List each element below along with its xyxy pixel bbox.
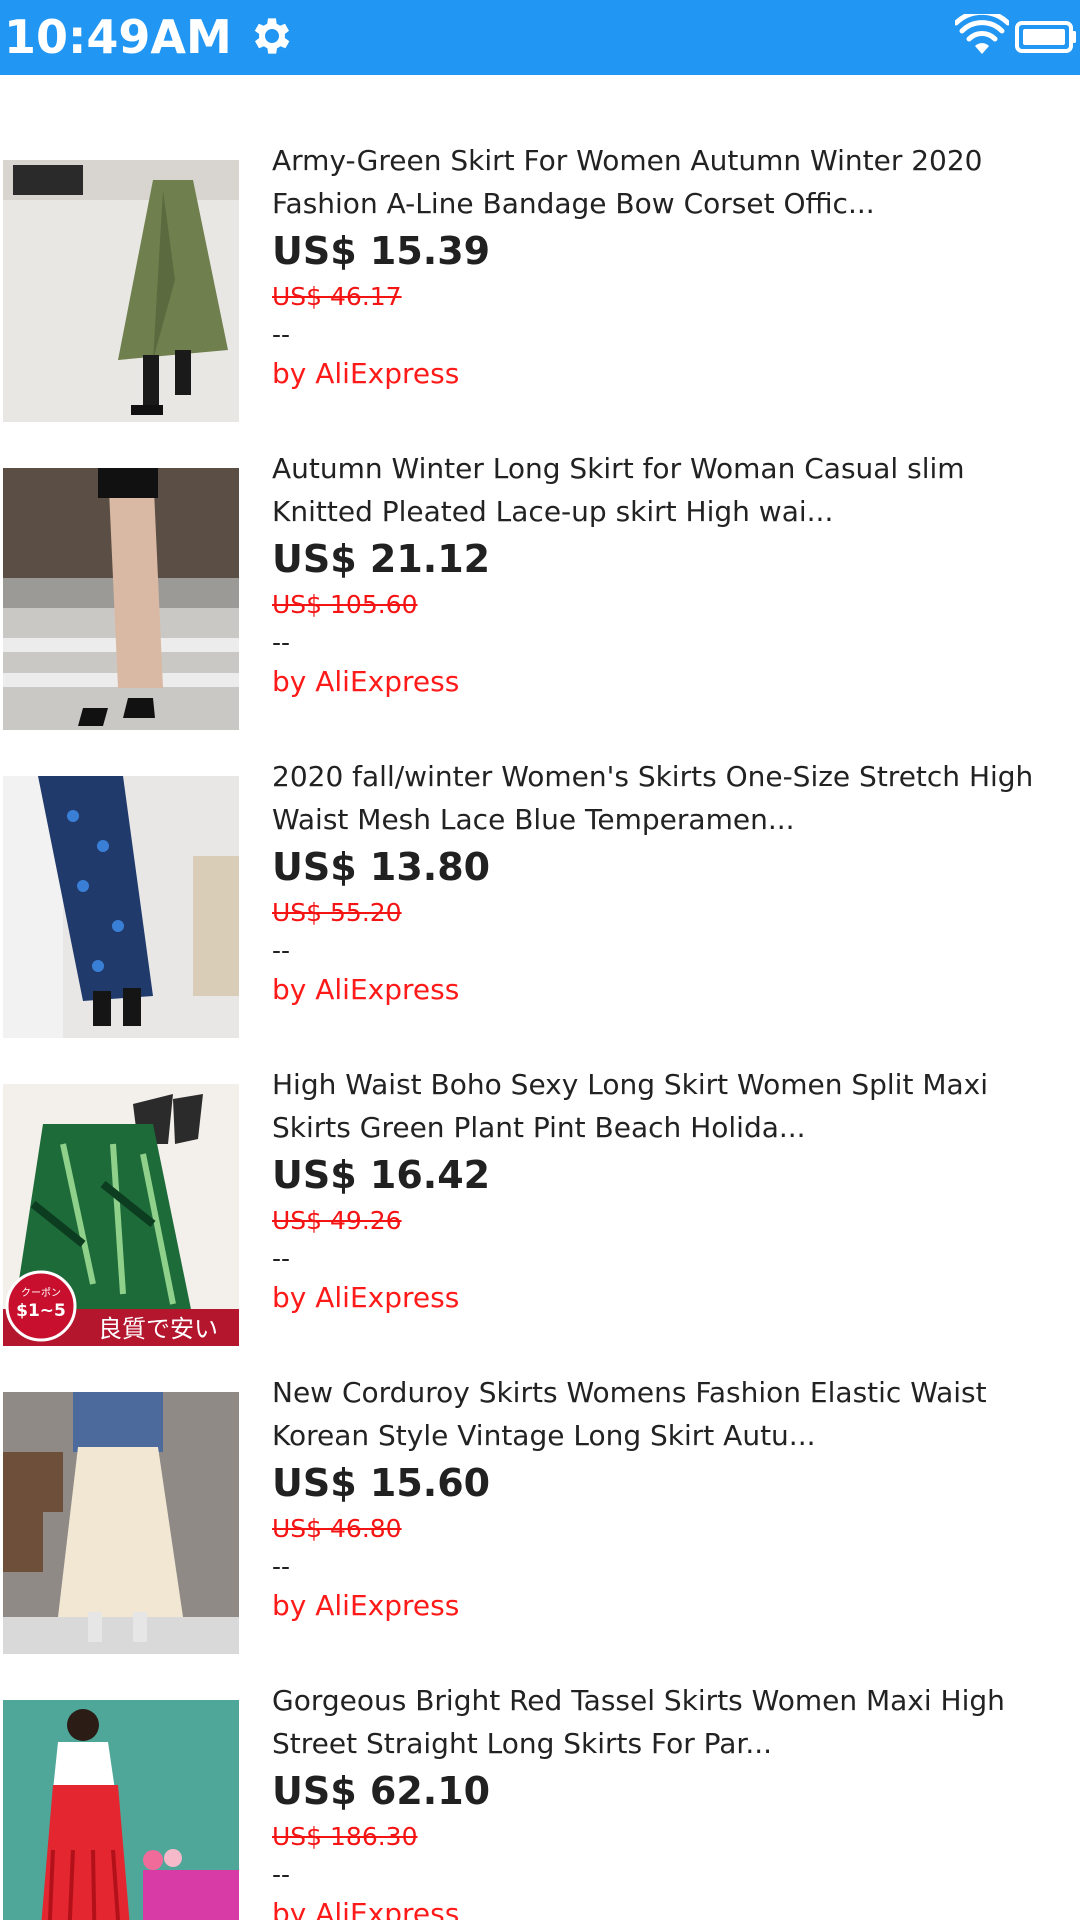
product-item[interactable]: Army-Green Skirt For Women Autumn Winter… — [0, 75, 1080, 422]
product-title[interactable]: New Corduroy Skirts Womens Fashion Elast… — [272, 1371, 1072, 1457]
original-price: US$ 186.30 — [272, 1822, 418, 1851]
seller-label: by AliExpress — [272, 1897, 460, 1920]
product-title[interactable]: 2020 fall/winter Women's Skirts One-Size… — [272, 755, 1072, 841]
product-rating: -- — [272, 320, 291, 349]
status-time: 10:49AM — [4, 10, 232, 64]
product-item[interactable]: Autumn Winter Long Skirt for Woman Casua… — [0, 383, 1080, 730]
product-rating: -- — [272, 1860, 291, 1889]
product-price: US$ 62.10 — [272, 1769, 491, 1813]
original-price: US$ 105.60 — [272, 590, 418, 619]
product-price: US$ 16.42 — [272, 1153, 491, 1197]
product-item[interactable]: New Corduroy Skirts Womens Fashion Elast… — [0, 1307, 1080, 1654]
product-item[interactable]: クーポン $1~5 良質で安い High Waist Boho Sexy Lon… — [0, 999, 1080, 1346]
product-title[interactable]: High Waist Boho Sexy Long Skirt Women Sp… — [272, 1063, 1072, 1149]
original-price: US$ 46.17 — [272, 282, 402, 311]
wifi-icon — [955, 14, 1009, 54]
product-price: US$ 21.12 — [272, 537, 491, 581]
product-price: US$ 15.60 — [272, 1461, 491, 1505]
product-rating: -- — [272, 1552, 291, 1581]
product-price: US$ 13.80 — [272, 845, 491, 889]
original-price: US$ 46.80 — [272, 1514, 402, 1543]
original-price: US$ 55.20 — [272, 898, 402, 927]
gear-icon — [254, 18, 290, 54]
status-bar: 10:49AM — [0, 0, 1080, 75]
product-rating: -- — [272, 1244, 291, 1273]
product-title[interactable]: Army-Green Skirt For Women Autumn Winter… — [272, 139, 1072, 225]
product-item[interactable]: 2020 fall/winter Women's Skirts One-Size… — [0, 691, 1080, 1038]
product-item[interactable]: Gorgeous Bright Red Tassel Skirts Women … — [0, 1615, 1080, 1920]
product-list[interactable]: Army-Green Skirt For Women Autumn Winter… — [0, 75, 1080, 1920]
product-title[interactable]: Gorgeous Bright Red Tassel Skirts Women … — [272, 1679, 1072, 1765]
original-price: US$ 49.26 — [272, 1206, 402, 1235]
product-rating: -- — [272, 628, 291, 657]
coupon-small-text: クーポン — [21, 1287, 61, 1299]
product-title[interactable]: Autumn Winter Long Skirt for Woman Casua… — [272, 447, 1072, 533]
product-image[interactable] — [3, 1700, 239, 1920]
battery-icon — [1015, 21, 1076, 53]
product-rating: -- — [272, 936, 291, 965]
product-price: US$ 15.39 — [272, 229, 491, 273]
